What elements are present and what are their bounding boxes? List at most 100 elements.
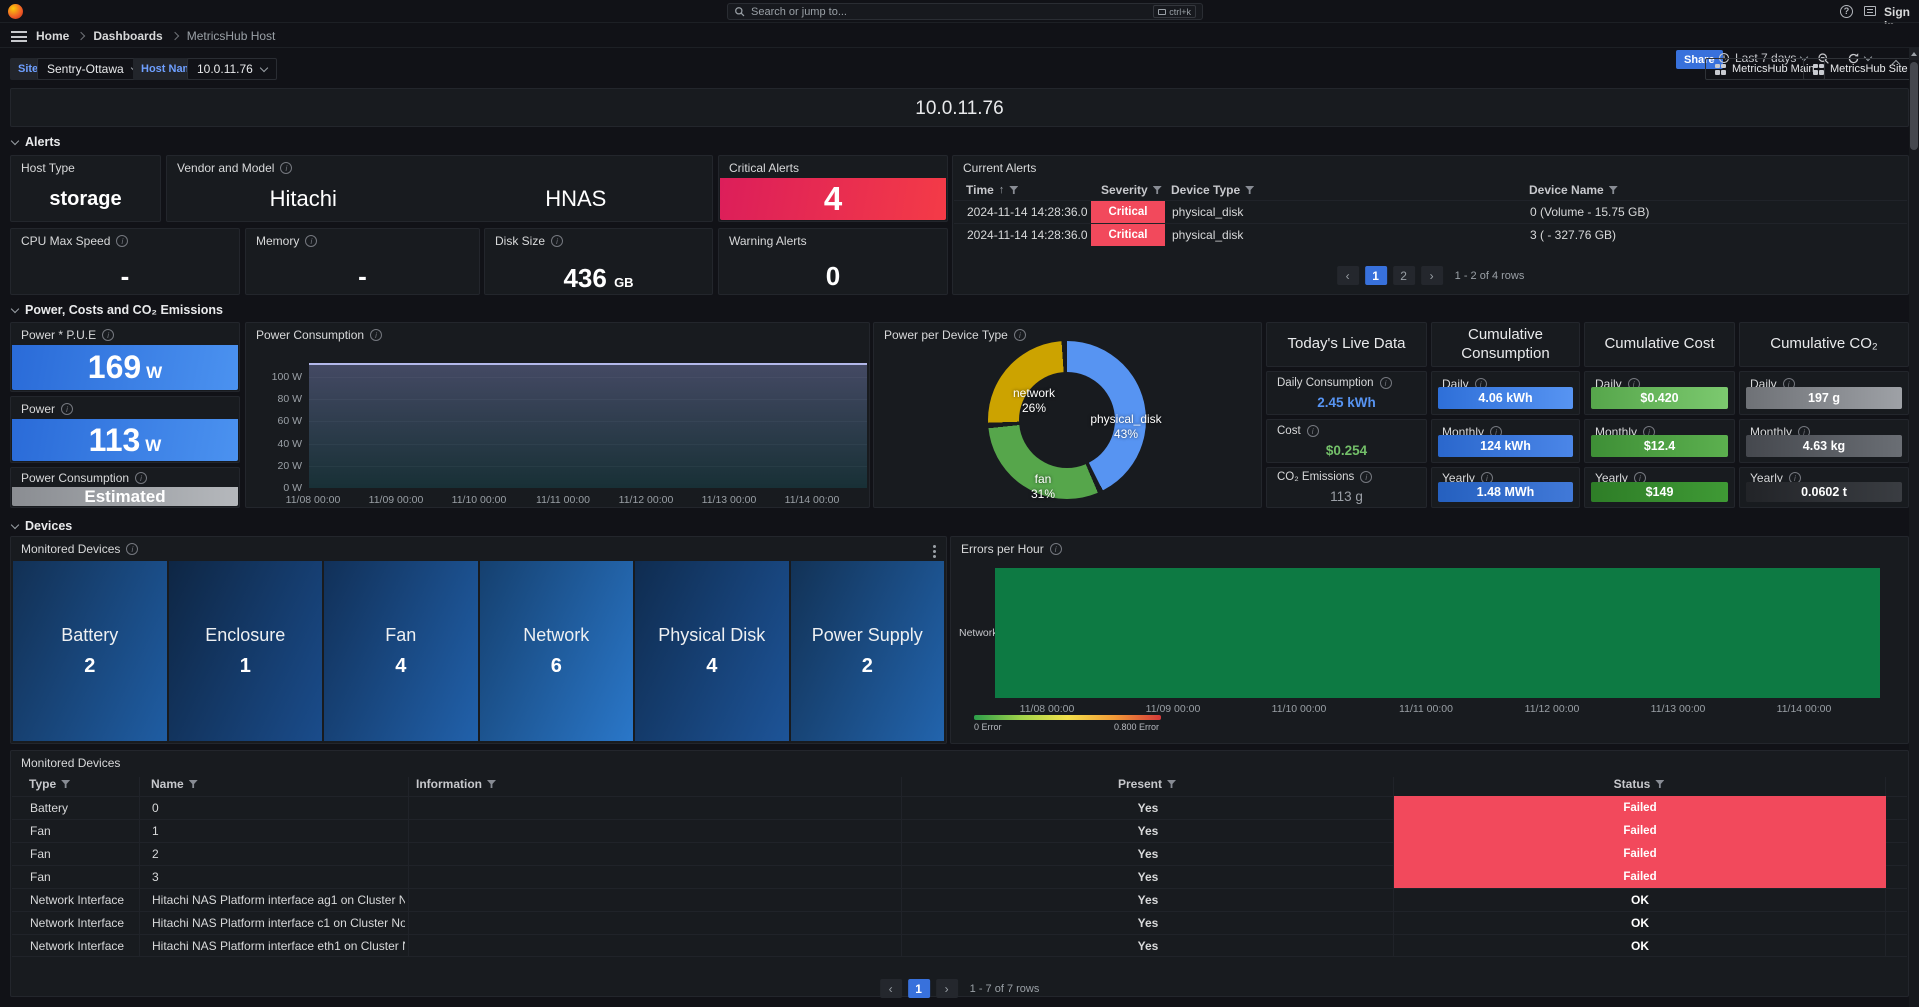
next-page-button[interactable]: › bbox=[936, 979, 958, 998]
filter-icon[interactable] bbox=[1153, 186, 1162, 194]
column-header-time[interactable]: Time↑ bbox=[966, 183, 1018, 197]
info-icon[interactable] bbox=[1307, 425, 1319, 437]
current-alerts-pagination: ‹ 1 2 › 1 - 2 of 4 rows bbox=[1337, 266, 1525, 285]
monitored-devices-panel: Monitored Devices Battery 2 Enclosure 1 … bbox=[10, 536, 947, 744]
panel-title: Power bbox=[21, 402, 55, 416]
cell-present: Yes bbox=[902, 912, 1394, 934]
column-header-information[interactable]: Information bbox=[416, 777, 496, 791]
cell-information bbox=[417, 866, 897, 888]
column-header-severity[interactable]: Severity bbox=[1101, 183, 1162, 197]
scroll-up-icon[interactable] bbox=[1909, 47, 1919, 60]
hostname-filter-dropdown[interactable]: 10.0.11.76 bbox=[187, 58, 277, 80]
co2-emissions-value: 113 g bbox=[1267, 489, 1426, 504]
column-header-status[interactable]: Status bbox=[1393, 777, 1885, 791]
filter-icon[interactable] bbox=[1167, 780, 1176, 788]
page-title: 10.0.11.76 bbox=[11, 98, 1908, 120]
filter-icon[interactable] bbox=[189, 780, 198, 788]
co2-emissions-panel: CO₂ Emissions 113 g bbox=[1266, 467, 1427, 508]
filter-icon[interactable] bbox=[61, 780, 70, 788]
column-header-name[interactable]: Name bbox=[151, 777, 198, 791]
value-bar: 0.0602 t bbox=[1746, 482, 1902, 502]
power-pue-value-box: 169 W bbox=[12, 345, 238, 390]
news-icon[interactable] bbox=[1864, 6, 1876, 16]
cell-type: Battery bbox=[30, 797, 135, 819]
info-icon[interactable] bbox=[1014, 329, 1026, 341]
power-pue-unit: W bbox=[146, 363, 162, 383]
info-icon[interactable] bbox=[135, 472, 147, 484]
x-axis-tick: 11/12 00:00 bbox=[1525, 703, 1580, 715]
page-1-button[interactable]: 1 bbox=[908, 979, 930, 998]
column-header-device-type[interactable]: Device Type bbox=[1171, 183, 1254, 197]
cell-present: Yes bbox=[902, 843, 1394, 865]
x-axis-tick: 11/12 00:00 bbox=[619, 494, 674, 506]
heatmap-plot[interactable] bbox=[995, 568, 1880, 698]
cumulative-cost-header-panel: Cumulative Cost bbox=[1584, 322, 1735, 367]
power-pue-value: 169 bbox=[88, 349, 141, 386]
search-input[interactable]: Search or jump to... ctrl+k bbox=[727, 3, 1203, 20]
prev-page-button[interactable]: ‹ bbox=[880, 979, 902, 998]
x-axis-tick: 11/08 00:00 bbox=[1020, 703, 1075, 715]
keyboard-shortcut-badge: ctrl+k bbox=[1153, 5, 1196, 18]
cumulative-cost-yearly-panel: Yearly $149 bbox=[1584, 467, 1735, 508]
info-icon[interactable] bbox=[61, 403, 73, 415]
scrollbar-track[interactable] bbox=[1909, 47, 1919, 1007]
grafana-logo[interactable] bbox=[8, 4, 23, 19]
site-filter-dropdown[interactable]: Sentry-Ottawa bbox=[37, 58, 148, 80]
info-icon[interactable] bbox=[551, 235, 563, 247]
section-header-devices[interactable]: Devices bbox=[12, 519, 72, 533]
breadcrumb-dashboards[interactable]: Dashboards bbox=[93, 29, 162, 43]
donut-label-fan: fan31% bbox=[1031, 472, 1055, 502]
panel-title: Monitored Devices bbox=[21, 756, 120, 770]
filter-icon[interactable] bbox=[1655, 780, 1664, 788]
panel-title: Current Alerts bbox=[963, 161, 1036, 175]
value-bar: $12.4 bbox=[1591, 435, 1728, 457]
power-unit: W bbox=[145, 436, 161, 456]
info-icon[interactable] bbox=[116, 235, 128, 247]
menu-toggle-icon[interactable] bbox=[11, 31, 27, 42]
help-icon[interactable]: ? bbox=[1840, 5, 1853, 18]
column-header-device-name[interactable]: Device Name bbox=[1529, 183, 1618, 197]
filter-icon[interactable] bbox=[1609, 186, 1618, 194]
info-icon[interactable] bbox=[1050, 543, 1062, 555]
info-icon[interactable] bbox=[1380, 377, 1392, 389]
info-icon[interactable] bbox=[126, 543, 138, 555]
filter-icon[interactable] bbox=[1009, 186, 1018, 194]
info-icon[interactable] bbox=[370, 329, 382, 341]
prev-page-button[interactable]: ‹ bbox=[1337, 266, 1359, 285]
scrollbar-thumb[interactable] bbox=[1910, 62, 1918, 150]
info-icon[interactable] bbox=[1360, 471, 1372, 483]
cell-type: Fan bbox=[30, 843, 135, 865]
alert-time: 2024-11-14 14:28:36.016 bbox=[967, 201, 1087, 223]
metricshub-site-link[interactable]: MetricsHub Site bbox=[1803, 58, 1918, 80]
x-axis-tick: 11/14 00:00 bbox=[785, 494, 840, 506]
panel-menu-icon[interactable] bbox=[933, 545, 936, 548]
cell-information bbox=[417, 820, 897, 842]
filter-icon[interactable] bbox=[1245, 186, 1254, 194]
panel-title: Power Consumption bbox=[256, 328, 364, 342]
disk-size-panel: Disk Size 436 GB bbox=[484, 228, 713, 295]
value-bar: $149 bbox=[1591, 482, 1728, 502]
breadcrumb-home[interactable]: Home bbox=[36, 29, 69, 43]
filter-icon[interactable] bbox=[487, 780, 496, 788]
page-2-button[interactable]: 2 bbox=[1393, 266, 1415, 285]
info-icon[interactable] bbox=[102, 329, 114, 341]
info-icon[interactable] bbox=[280, 162, 292, 174]
info-icon[interactable] bbox=[305, 235, 317, 247]
chevron-down-icon bbox=[11, 136, 19, 144]
column-header-present[interactable]: Present bbox=[901, 777, 1393, 791]
time-series-plot[interactable] bbox=[309, 363, 867, 488]
device-tile-physical-disk: Physical Disk 4 bbox=[635, 561, 789, 741]
section-header-alerts[interactable]: Alerts bbox=[12, 135, 60, 149]
dashboard-grid-icon bbox=[1715, 64, 1726, 75]
page-1-button[interactable]: 1 bbox=[1365, 266, 1387, 285]
next-page-button[interactable]: › bbox=[1421, 266, 1443, 285]
table-row: Battery 0 Yes Failed bbox=[12, 796, 1907, 819]
table-row: Fan 2 Yes Failed bbox=[12, 842, 1907, 865]
top-nav-bar: Search or jump to... ctrl+k ? Sign in bbox=[0, 0, 1919, 23]
section-header-power[interactable]: Power, Costs and CO₂ Emissions bbox=[12, 303, 223, 317]
cell-information bbox=[417, 843, 897, 865]
x-axis-tick: 11/10 00:00 bbox=[452, 494, 507, 506]
panel-title: Monitored Devices bbox=[21, 542, 120, 556]
device-tile-enclosure: Enclosure 1 bbox=[169, 561, 323, 741]
column-header-type[interactable]: Type bbox=[29, 777, 70, 791]
